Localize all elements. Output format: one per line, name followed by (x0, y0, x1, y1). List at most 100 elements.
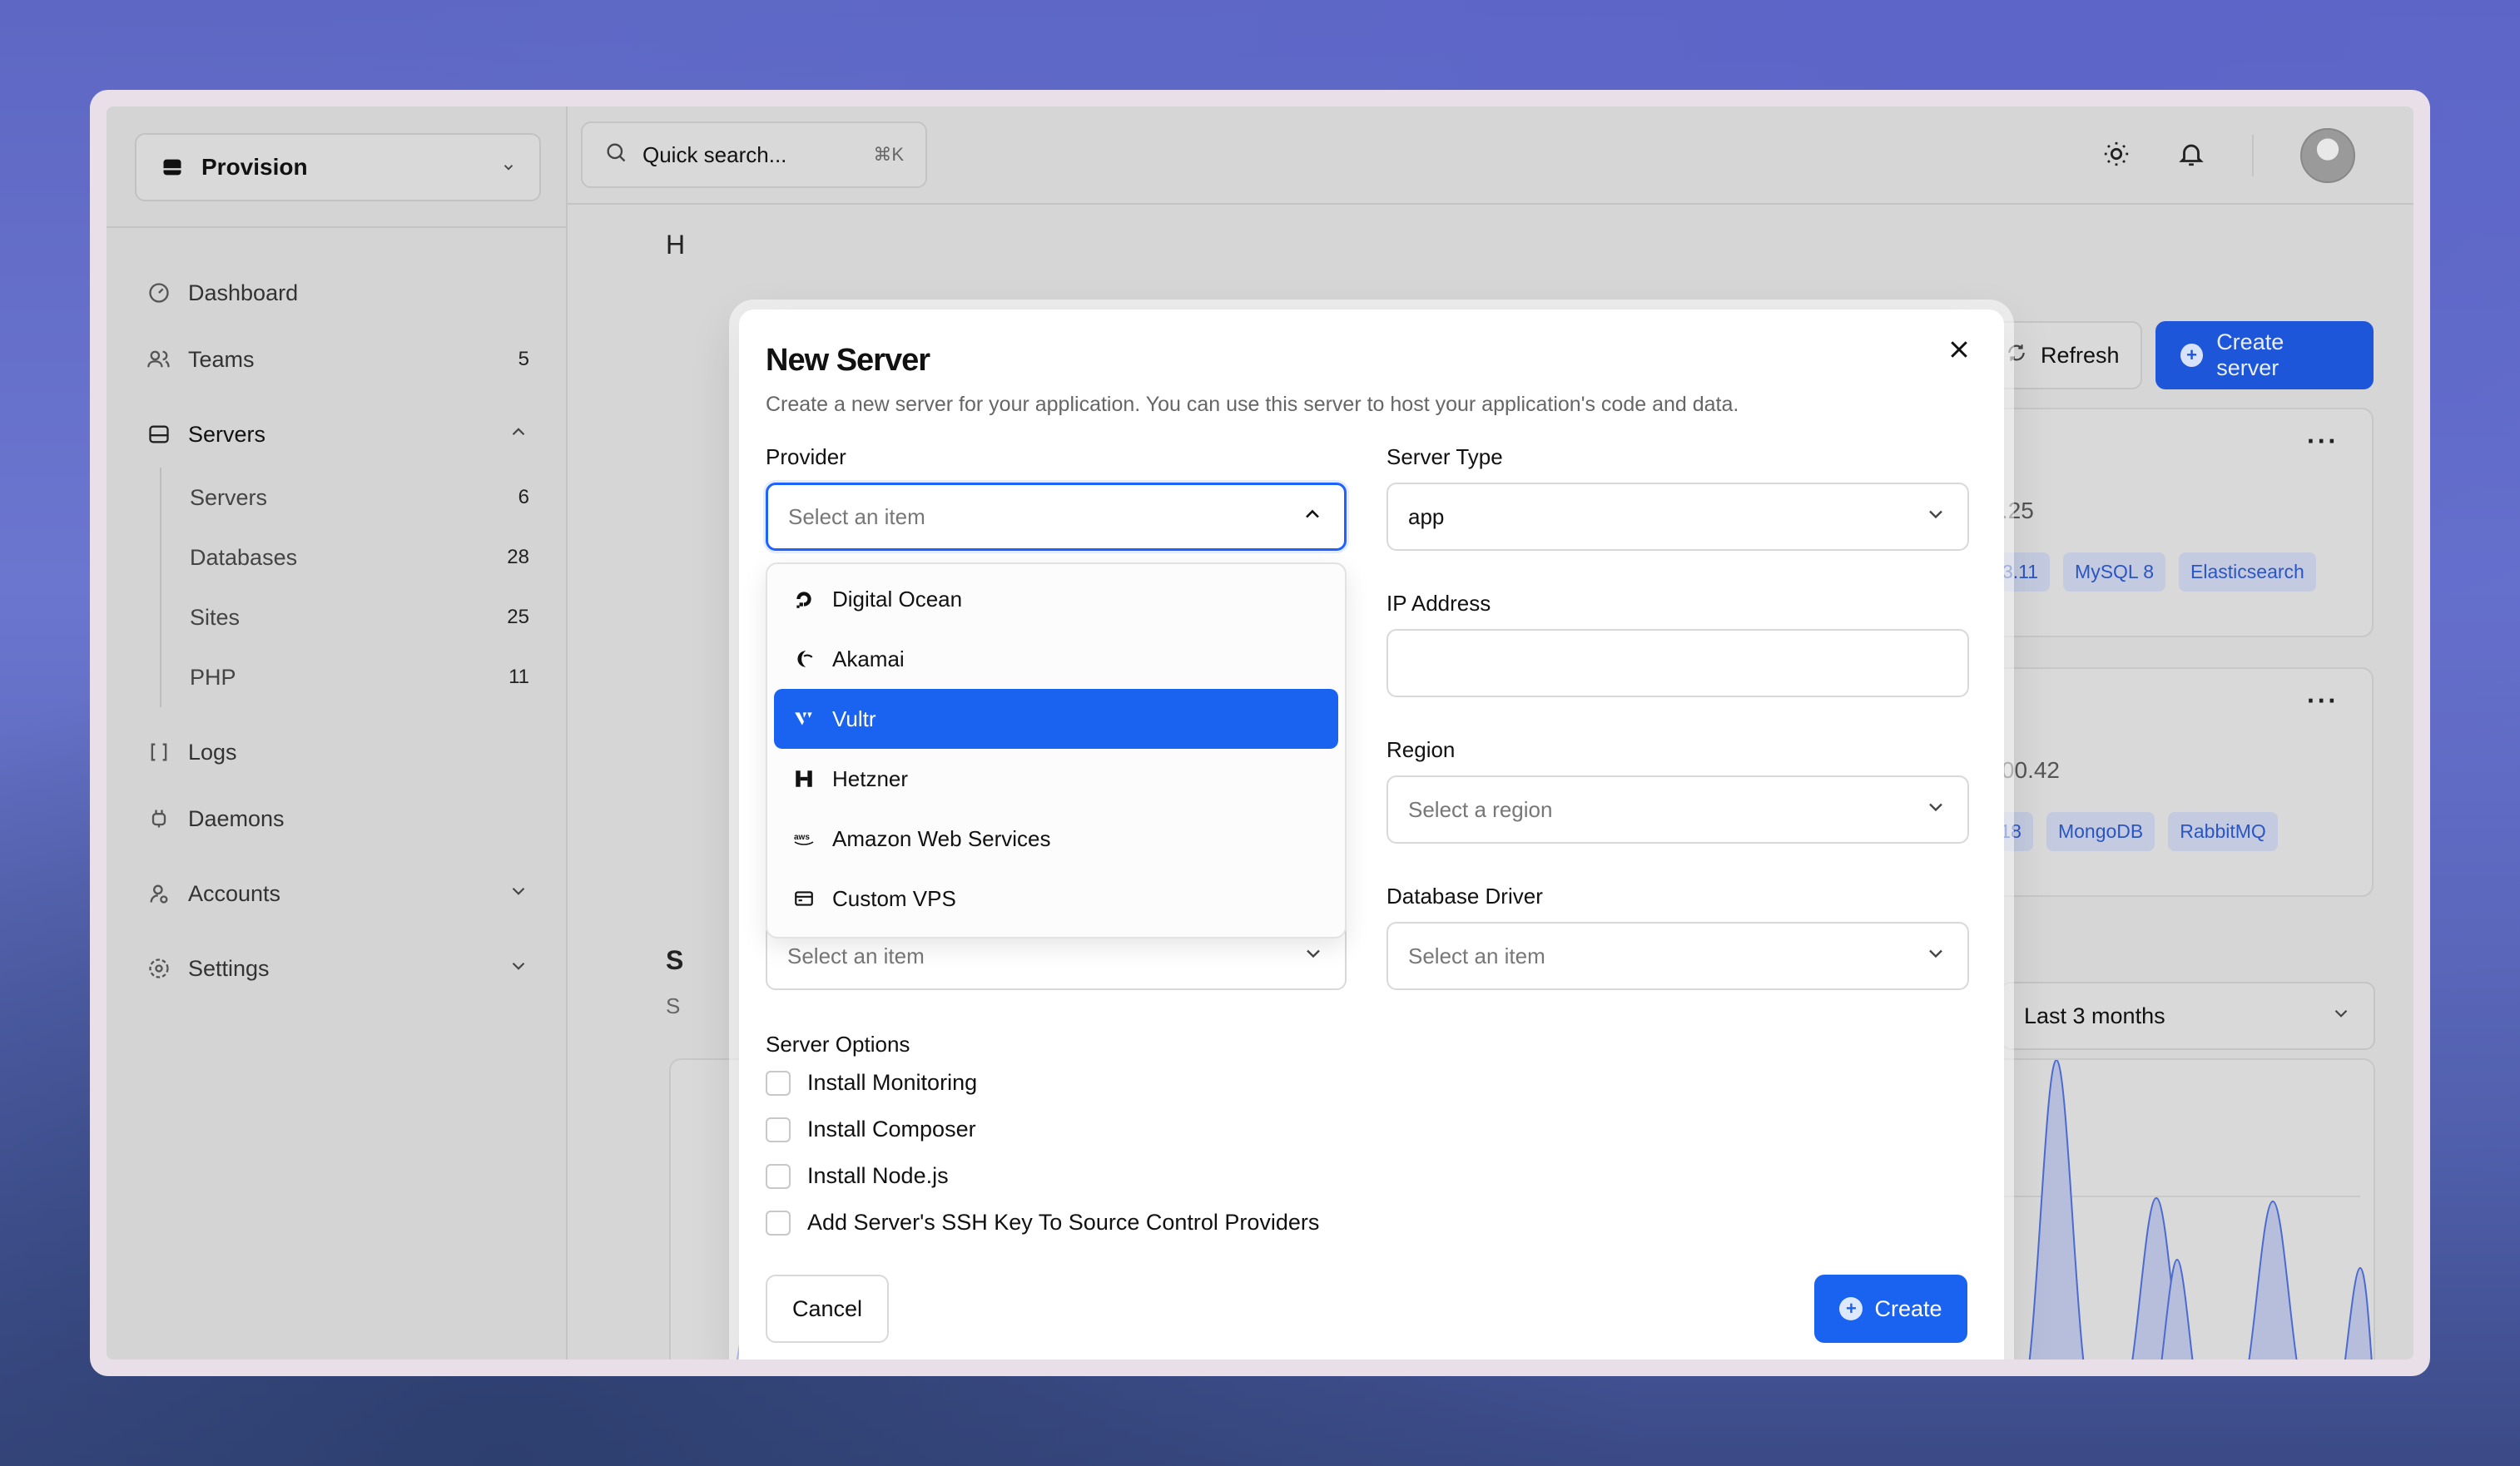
tag: Elasticsearch (2179, 552, 2316, 592)
sidebar-item-accounts[interactable]: Accounts (135, 860, 543, 927)
tag-list: on 3.11 MySQL 8 Elasticsearch (1964, 552, 2316, 592)
refresh-icon (2006, 342, 2027, 369)
provider-option-digital-ocean[interactable]: Digital Ocean (774, 569, 1338, 629)
provider-select[interactable]: Select an item (766, 483, 1347, 551)
avatar[interactable] (2300, 128, 2355, 183)
search-placeholder: Quick search... (642, 141, 787, 167)
checkbox[interactable] (766, 1070, 791, 1096)
servers-subnav: Servers 6 Databases 28 Sites 25 PHP 11 (160, 468, 543, 707)
plug-icon (146, 806, 171, 831)
sidebar-item-label: PHP (190, 664, 236, 690)
option-label: Akamai (832, 646, 905, 671)
sidebar-item-label: Daemons (188, 805, 285, 831)
count-badge: 28 (507, 546, 529, 568)
chevron-down-icon (2330, 1003, 2352, 1030)
chevron-up-icon (1301, 503, 1324, 532)
region-select[interactable]: Select a region (1386, 775, 1969, 844)
sidebar-item-dashboard[interactable]: Dashboard (135, 260, 543, 326)
chevron-down-icon (1924, 795, 1947, 825)
brackets-icon (146, 740, 171, 765)
tag: RabbitMQ (2168, 812, 2278, 851)
sidebar-subitem-sites[interactable]: Sites 25 (178, 587, 543, 647)
quick-search[interactable]: Quick search... ⌘K (581, 121, 927, 188)
chevron-up-icon (508, 421, 529, 448)
users-icon (146, 347, 171, 372)
create-server-button[interactable]: + Create server (2155, 321, 2374, 389)
region-placeholder: Select a region (1408, 796, 1553, 822)
sidebar-nav: Dashboard Teams 5 Servers Servers 6 Data… (135, 260, 543, 1002)
cancel-button[interactable]: Cancel (766, 1275, 889, 1343)
option-add-ssh-key[interactable]: Add Server's SSH Key To Source Control P… (766, 1210, 1319, 1236)
bell-icon[interactable] (2177, 140, 2205, 172)
more-icon[interactable]: ··· (2307, 426, 2339, 457)
chevron-down-icon (508, 955, 529, 983)
option-install-monitoring[interactable]: Install Monitoring (766, 1070, 977, 1096)
create-server-label: Create server (2216, 329, 2284, 380)
provider-option-custom-vps[interactable]: Custom VPS (774, 869, 1338, 929)
option-label: Install Composer (807, 1117, 976, 1142)
sidebar-item-label: Dashboard (188, 280, 299, 305)
option-install-composer[interactable]: Install Composer (766, 1117, 976, 1142)
sidebar-item-label: Logs (188, 739, 237, 765)
ip-address-input[interactable] (1386, 629, 1969, 697)
provider-option-hetzner[interactable]: Hetzner (774, 749, 1338, 809)
akamai-icon (792, 647, 816, 671)
server-options-title: Server Options (766, 1032, 910, 1057)
keyboard-shortcut: ⌘K (873, 144, 904, 165)
option-label: Amazon Web Services (832, 825, 1051, 851)
tag: MongoDB (2046, 812, 2155, 851)
sidebar-item-label: Servers (190, 484, 268, 510)
team-switcher[interactable]: Provision (135, 133, 541, 201)
database-driver-select[interactable]: Select an item (1386, 922, 1969, 990)
provider-option-aws[interactable]: aws Amazon Web Services (774, 809, 1338, 869)
aws-icon: aws (792, 827, 816, 850)
vultr-icon (792, 707, 816, 731)
header-actions (2102, 128, 2355, 183)
count-badge: 11 (508, 666, 529, 688)
gear-icon (146, 956, 171, 981)
sidebar: Provision Dashboard Teams 5 Servers Serv… (107, 106, 568, 1360)
sun-icon[interactable] (2102, 140, 2131, 172)
tag: MySQL 8 (2063, 552, 2166, 592)
provider-option-vultr[interactable]: Vultr (774, 689, 1338, 749)
page-title-fragment: H (666, 230, 686, 260)
search-icon (604, 141, 628, 170)
provider-placeholder: Select an item (788, 503, 925, 529)
provider-label: Provider (766, 444, 846, 469)
plus-circle-icon: + (2180, 344, 2204, 367)
sidebar-item-settings[interactable]: Settings (135, 935, 543, 1002)
sidebar-item-logs[interactable]: Logs (135, 719, 543, 785)
provider-option-akamai[interactable]: Akamai (774, 629, 1338, 689)
close-icon[interactable] (1939, 329, 1979, 369)
sidebar-item-daemons[interactable]: Daemons (135, 785, 543, 852)
server-type-select[interactable]: app (1386, 483, 1969, 551)
sidebar-item-label: Databases (190, 544, 298, 570)
digital-ocean-icon (792, 587, 816, 611)
app-window: Provision Dashboard Teams 5 Servers Serv… (107, 106, 2413, 1360)
date-range-select[interactable]: Last 3 months (2001, 982, 2375, 1050)
sidebar-subitem-php[interactable]: PHP 11 (178, 647, 543, 707)
server-icon (146, 422, 171, 447)
ip-address-label: IP Address (1386, 591, 1491, 616)
checkbox[interactable] (766, 1163, 791, 1189)
sidebar-item-label: Sites (190, 604, 241, 630)
gauge-icon (146, 280, 171, 305)
sidebar-item-label: Servers (188, 421, 266, 447)
sidebar-subitem-databases[interactable]: Databases 28 (178, 527, 543, 587)
create-button[interactable]: + Create (1814, 1275, 1967, 1343)
sidebar-item-label: Accounts (188, 880, 281, 906)
dialog-description: Create a new server for your application… (766, 393, 1739, 416)
sidebar-subitem-servers[interactable]: Servers 6 (178, 468, 543, 527)
sidebar-item-servers[interactable]: Servers (135, 401, 543, 468)
server-icon (792, 887, 816, 910)
option-label: Digital Ocean (832, 586, 963, 612)
sidebar-header: Provision (107, 106, 566, 228)
option-label: Hetzner (832, 765, 909, 791)
option-install-nodejs[interactable]: Install Node.js (766, 1163, 949, 1189)
team-name: Provision (201, 154, 308, 180)
checkbox[interactable] (766, 1117, 791, 1142)
sidebar-item-teams[interactable]: Teams 5 (135, 326, 543, 393)
more-icon[interactable]: ··· (2307, 686, 2339, 716)
checkbox[interactable] (766, 1210, 791, 1236)
refresh-label: Refresh (2041, 342, 2120, 368)
